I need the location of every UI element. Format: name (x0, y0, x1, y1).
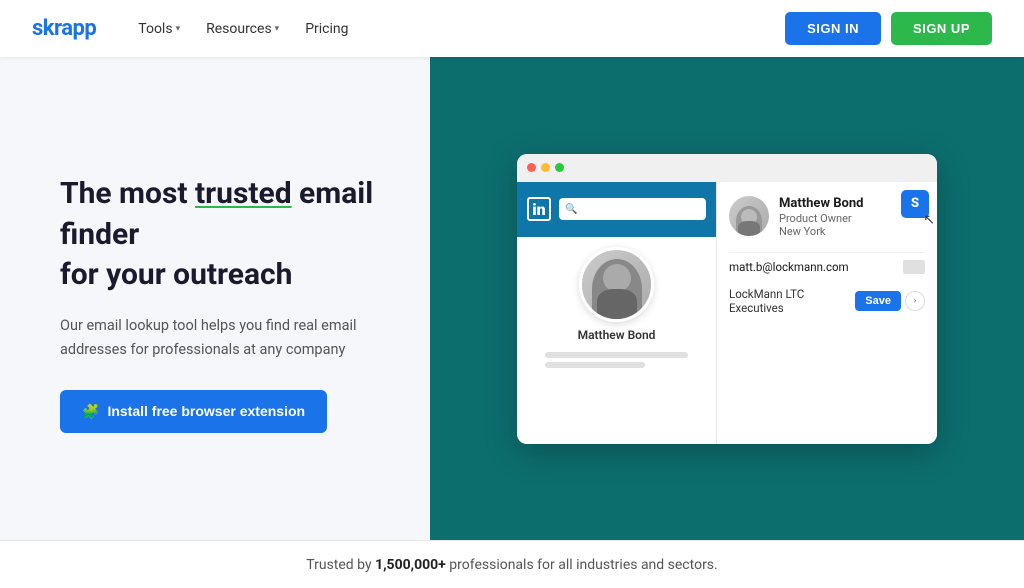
nav-resources[interactable]: Resources ▾ (196, 15, 289, 43)
chevron-down-icon: ▾ (275, 24, 280, 34)
profile-lines (545, 352, 688, 368)
linkedin-header: in 🔍 (517, 182, 716, 237)
linkedin-search[interactable]: 🔍 (559, 198, 706, 220)
footer-text: Trusted by 1,500,000+ professionals for … (306, 557, 717, 573)
hero-subtitle: Our email lookup tool helps you find rea… (60, 314, 360, 362)
navbar: skrapp Tools ▾ Resources ▾ Pricing SIGN … (0, 0, 1024, 57)
nav-pricing[interactable]: Pricing (295, 15, 358, 43)
puzzle-icon: 🧩 (82, 403, 99, 420)
nav-actions: SIGN IN SIGN UP (785, 12, 992, 45)
profile-line (545, 352, 688, 358)
search-icon: 🔍 (565, 204, 577, 215)
chevron-right-icon[interactable]: › (905, 291, 925, 311)
linkedin-panel: in 🔍 Matthew Bond (517, 182, 717, 444)
save-button[interactable]: Save (855, 291, 901, 311)
hero-left: The most trusted email finder for your o… (0, 57, 430, 540)
install-extension-button[interactable]: 🧩 Install free browser extension (60, 390, 327, 433)
nav-tools[interactable]: Tools ▾ (128, 15, 190, 43)
signup-button[interactable]: SIGN UP (891, 12, 992, 45)
email-popup: S ↖ Matthew Bond Product Owner (717, 182, 937, 444)
copy-icon[interactable] (903, 260, 925, 274)
email-row: matt.b@lockmann.com (729, 252, 925, 281)
list-row: LockMann LTC Executives Save › (729, 281, 925, 321)
hero-title: The most trusted email finder for your o… (60, 174, 390, 296)
profile-line (545, 362, 645, 368)
linkedin-icon: in (527, 197, 551, 221)
avatar-large (579, 247, 654, 322)
browser-dot-yellow (541, 163, 550, 172)
contact-location: New York (779, 225, 925, 238)
list-name: LockMann LTC Executives (729, 287, 855, 315)
footer-bar: Trusted by 1,500,000+ professionals for … (0, 540, 1024, 588)
cursor-icon: ↖ (923, 212, 935, 228)
hero-section: The most trusted email finder for your o… (0, 57, 1024, 540)
browser-content: in 🔍 Matthew Bond (517, 182, 937, 444)
nav-links: Tools ▾ Resources ▾ Pricing (128, 15, 785, 43)
browser-mockup: in 🔍 Matthew Bond (517, 154, 937, 444)
browser-topbar (517, 154, 937, 182)
email-address: matt.b@lockmann.com (729, 260, 849, 274)
signin-button[interactable]: SIGN IN (785, 12, 881, 45)
avatar-small (729, 196, 769, 236)
chevron-down-icon: ▾ (176, 24, 181, 34)
profile-section: Matthew Bond (517, 237, 716, 378)
browser-dot-red (527, 163, 536, 172)
browser-dot-green (555, 163, 564, 172)
logo[interactable]: skrapp (32, 16, 96, 41)
popup-header: Matthew Bond Product Owner New York (729, 196, 925, 238)
profile-name: Matthew Bond (578, 328, 656, 342)
hero-right: in 🔍 Matthew Bond (430, 57, 1024, 540)
hero-title-underline: trusted (195, 176, 292, 211)
